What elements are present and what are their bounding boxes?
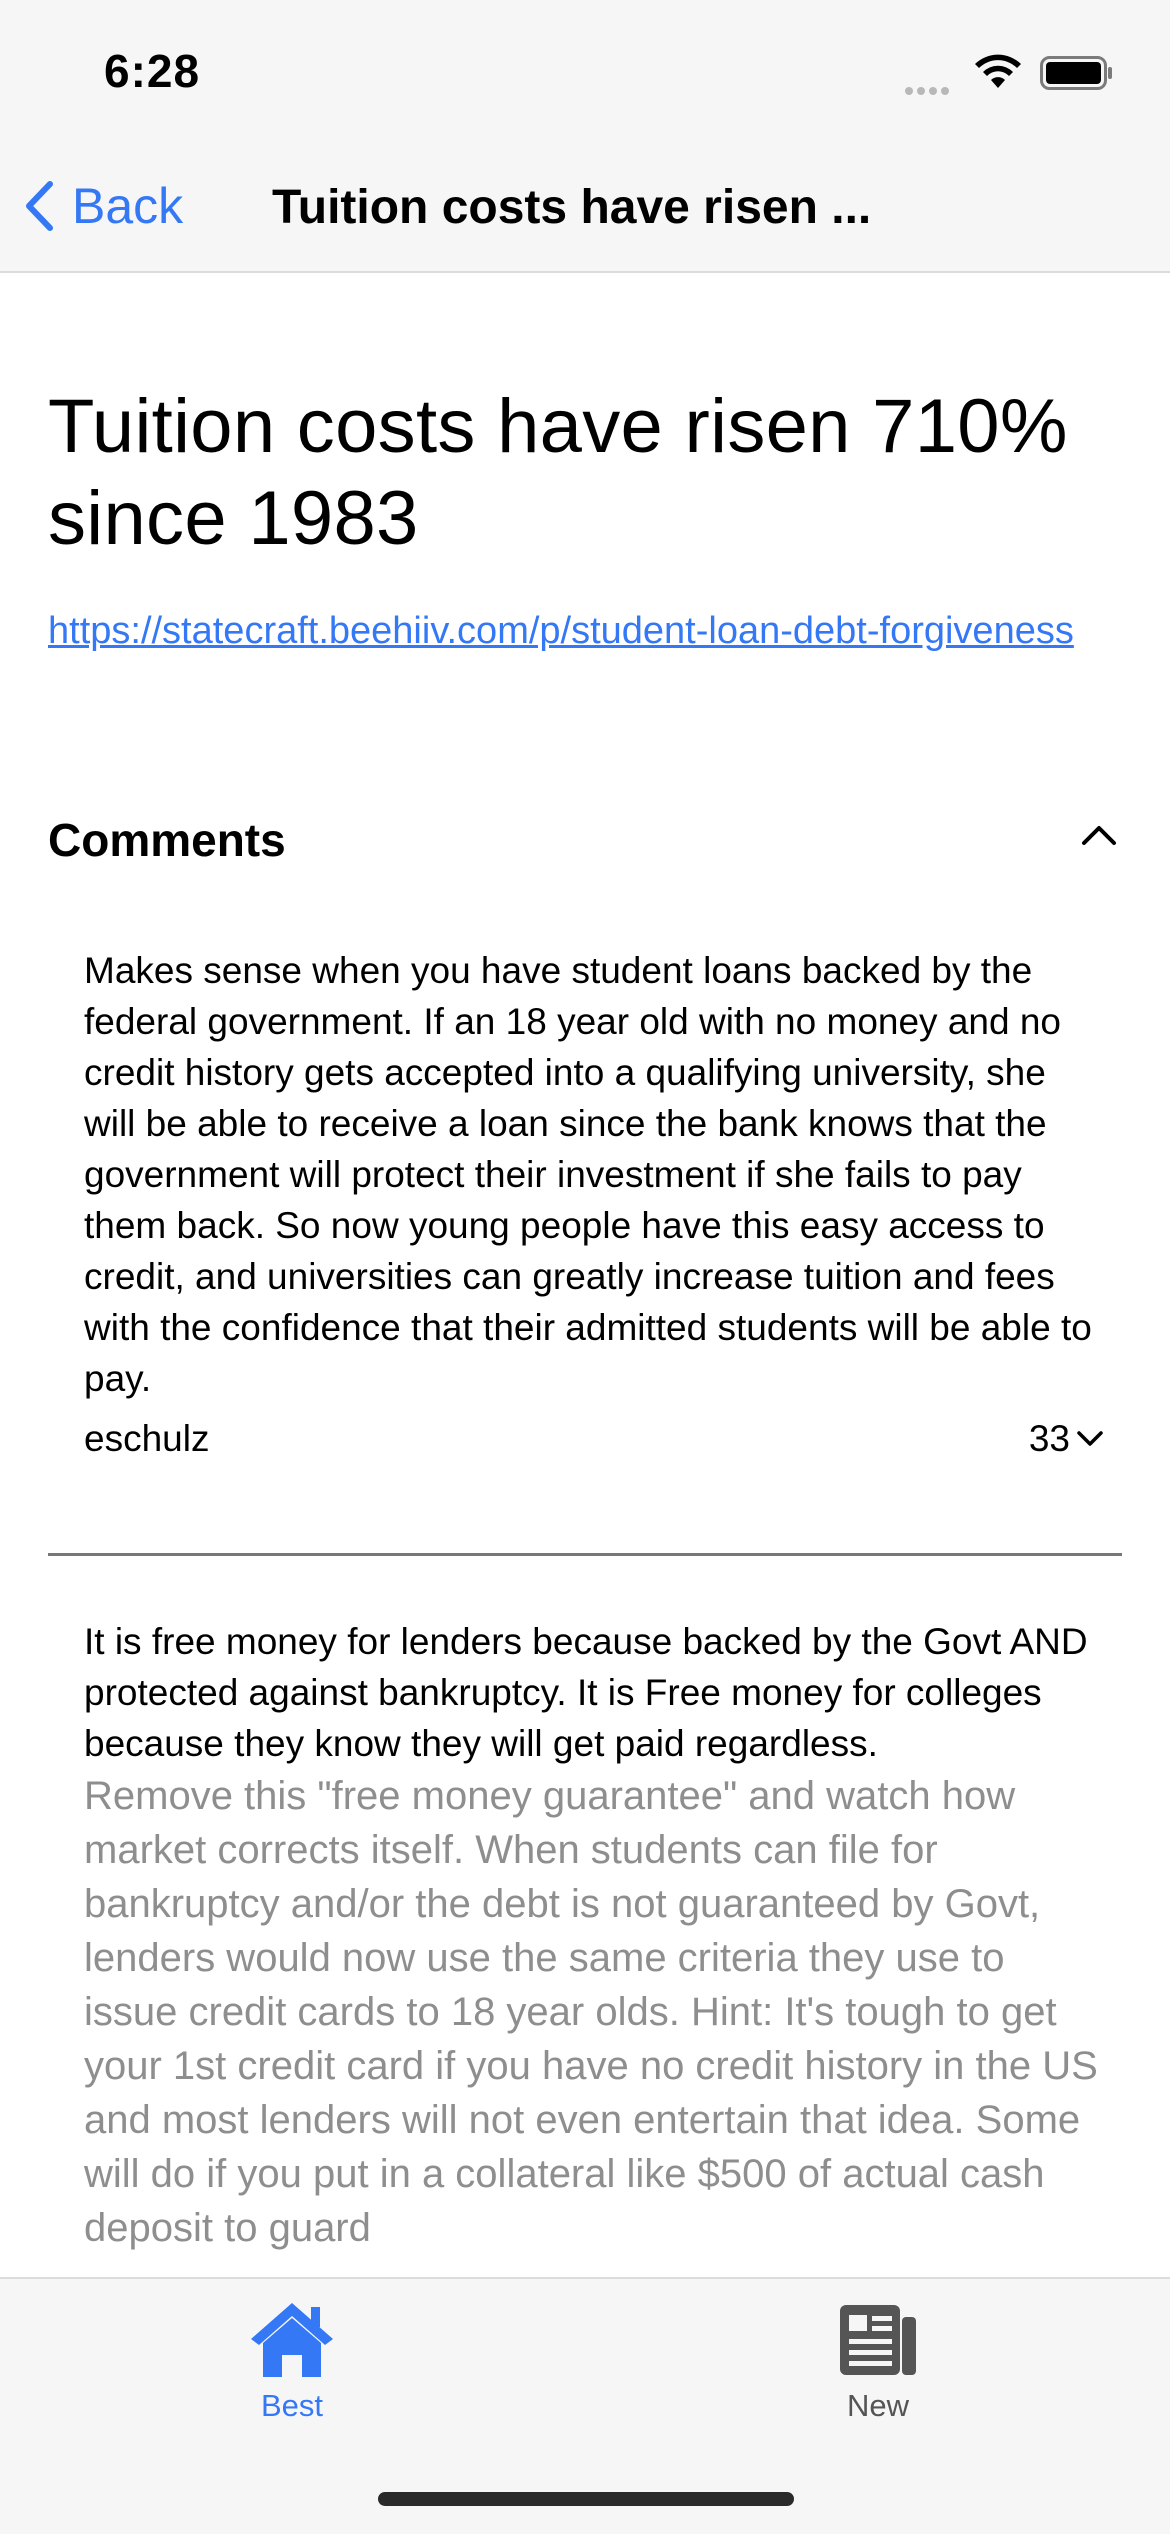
cellular-signal-icon [905, 82, 953, 100]
back-button[interactable]: Back [24, 176, 183, 236]
comment-quoted-text: Remove this "free money guarantee" and w… [84, 1774, 1098, 2250]
comment-text: It is free money for lenders because bac… [84, 1621, 1088, 1764]
wifi-icon [975, 54, 1021, 88]
comment-votes[interactable]: 33 [1029, 1418, 1104, 1460]
chevron-left-icon [26, 181, 53, 231]
comment-meta: eschulz 33 [84, 1412, 1104, 1482]
story-title: Tuition costs have risen 710% since 1983 [48, 384, 1068, 561]
comment-item: It is free money for lenders because bac… [84, 1616, 1104, 2255]
nav-title: Tuition costs have risen ... [272, 181, 872, 234]
tab-label: New [846, 2388, 909, 2423]
comments-header: Comments [48, 814, 286, 866]
tab-label: Best [260, 2388, 324, 2423]
story-url-link[interactable]: https://statecraft.beehiiv.com/p/student… [48, 601, 1098, 661]
chevron-down-icon[interactable] [1076, 1430, 1104, 1448]
house-icon [251, 2303, 333, 2377]
comment-divider [48, 1553, 1122, 1556]
navigation-bar: Back Tuition costs have risen ... [0, 140, 1170, 273]
comment-text: Makes sense when you have student loans … [84, 950, 1092, 1399]
status-time: 6:28 [104, 45, 201, 97]
chevron-up-icon[interactable] [1080, 823, 1118, 847]
comment-author[interactable]: eschulz [84, 1418, 209, 1460]
story-detail-content[interactable]: Tuition costs have risen 710% since 1983… [0, 273, 1170, 2270]
tab-new[interactable]: New [778, 2299, 978, 2424]
newspaper-icon [840, 2305, 916, 2375]
status-bar: 6:28 [0, 0, 1170, 140]
battery-icon [1040, 56, 1112, 90]
back-label: Back [72, 178, 184, 234]
tab-best[interactable]: Best [192, 2299, 392, 2424]
vote-count: 33 [1028, 1418, 1070, 1459]
home-indicator[interactable] [378, 2492, 794, 2506]
comment-item: Makes sense when you have student loans … [84, 945, 1104, 1482]
